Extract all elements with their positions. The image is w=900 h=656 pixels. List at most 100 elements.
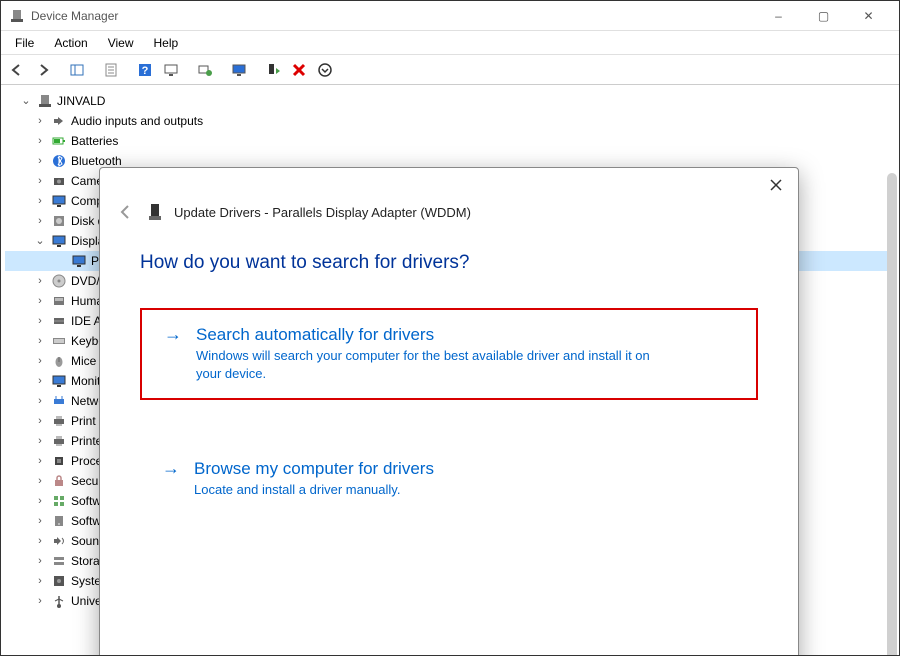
- camera-icon: [51, 173, 67, 189]
- expander-icon[interactable]: ⌄: [19, 91, 33, 111]
- device-icon: [51, 513, 67, 529]
- expander-icon[interactable]: ›: [33, 451, 47, 471]
- printer-icon: [51, 413, 67, 429]
- separator: [185, 58, 191, 82]
- cpu-icon: [51, 453, 67, 469]
- expander-icon[interactable]: ›: [33, 111, 47, 131]
- expander-icon[interactable]: ›: [33, 311, 47, 331]
- option-search-automatically[interactable]: → Search automatically for drivers Windo…: [140, 308, 758, 400]
- expander-icon[interactable]: ›: [33, 291, 47, 311]
- expander-icon[interactable]: ⌄: [33, 231, 47, 251]
- expander-icon[interactable]: ›: [33, 511, 47, 531]
- tree-item-label: Batteries: [71, 131, 118, 151]
- printer-icon: [51, 433, 67, 449]
- minimize-button[interactable]: –: [756, 1, 801, 31]
- scan-hardware-icon[interactable]: [193, 58, 217, 82]
- keyboard-icon: [51, 333, 67, 349]
- tree-pane-icon[interactable]: [65, 58, 89, 82]
- speaker-icon: [51, 113, 67, 129]
- arrow-right-icon[interactable]: [31, 58, 55, 82]
- properties-icon[interactable]: [99, 58, 123, 82]
- device-icon: [146, 203, 164, 221]
- tree-root-label: JINVALD: [57, 91, 105, 111]
- delete-icon[interactable]: [287, 58, 311, 82]
- dialog-back-button[interactable]: [116, 202, 136, 222]
- usb-icon: [51, 593, 67, 609]
- device-enable-icon[interactable]: [261, 58, 285, 82]
- dialog-title: Update Drivers - Parallels Display Adapt…: [174, 205, 471, 220]
- menu-action[interactable]: Action: [44, 34, 97, 52]
- menu-help[interactable]: Help: [144, 34, 189, 52]
- expander-icon[interactable]: ›: [33, 171, 47, 191]
- expander-icon[interactable]: ›: [33, 271, 47, 291]
- separator: [57, 58, 63, 82]
- mouse-icon: [51, 353, 67, 369]
- option-subtitle: Windows will search your computer for th…: [164, 347, 664, 382]
- arrow-left-icon[interactable]: [5, 58, 29, 82]
- expander-icon[interactable]: ›: [33, 431, 47, 451]
- toolbar: ?: [1, 55, 899, 85]
- app-icon: [9, 8, 25, 24]
- expander-icon[interactable]: ›: [33, 151, 47, 171]
- menu-view[interactable]: View: [98, 34, 144, 52]
- computer-icon: [37, 93, 53, 109]
- monitor-icon[interactable]: [159, 58, 183, 82]
- maximize-button[interactable]: ▢: [801, 1, 846, 31]
- tree-item-label: Audio inputs and outputs: [71, 111, 203, 131]
- circle-down-icon[interactable]: [313, 58, 337, 82]
- monitor-icon: [71, 253, 87, 269]
- option-title: Search automatically for drivers: [196, 325, 434, 345]
- dialog-question: How do you want to search for drivers?: [140, 252, 758, 274]
- expander-icon[interactable]: ›: [33, 571, 47, 591]
- expander-icon[interactable]: ›: [33, 411, 47, 431]
- arrow-right-icon: →: [162, 458, 180, 479]
- help-icon[interactable]: ?: [133, 58, 157, 82]
- hid-icon: [51, 293, 67, 309]
- content-area: ⌄ JINVALD › Audio inputs and outputs › Batt…: [1, 85, 899, 655]
- menu-bar: File Action View Help: [1, 31, 899, 55]
- disk-icon: [51, 213, 67, 229]
- tree-item[interactable]: › Batteries: [5, 131, 895, 151]
- option-browse-computer[interactable]: → Browse my computer for drivers Locate …: [140, 444, 758, 515]
- dialog-close-button[interactable]: [762, 171, 790, 199]
- expander-icon[interactable]: ›: [33, 351, 47, 371]
- lock-icon: [51, 473, 67, 489]
- separator: [91, 58, 97, 82]
- battery-icon: [51, 133, 67, 149]
- component-icon: [51, 493, 67, 509]
- title-bar: Device Manager – ▢ ✕: [1, 1, 899, 31]
- monitor-icon: [51, 373, 67, 389]
- cdrom-icon: [51, 273, 67, 289]
- update-drivers-dialog: Update Drivers - Parallels Display Adapt…: [99, 167, 799, 655]
- monitor-icon: [51, 193, 67, 209]
- expander-icon[interactable]: ›: [33, 531, 47, 551]
- expander-icon[interactable]: ›: [33, 551, 47, 571]
- expander-icon[interactable]: ›: [33, 331, 47, 351]
- storage-icon: [51, 553, 67, 569]
- expander-icon[interactable]: ›: [33, 591, 47, 611]
- scrollbar[interactable]: [887, 173, 897, 655]
- window-title: Device Manager: [31, 9, 118, 23]
- expander-icon[interactable]: ›: [33, 191, 47, 211]
- system-icon: [51, 573, 67, 589]
- separator: [219, 58, 225, 82]
- expander-icon[interactable]: ›: [33, 371, 47, 391]
- separator: [253, 58, 259, 82]
- option-title: Browse my computer for drivers: [194, 459, 434, 479]
- monitor-icon: [51, 233, 67, 249]
- close-button[interactable]: ✕: [846, 1, 891, 31]
- network-icon: [51, 393, 67, 409]
- tree-root[interactable]: ⌄ JINVALD: [5, 91, 895, 111]
- bluetooth-icon: [51, 153, 67, 169]
- expander-icon[interactable]: ›: [33, 211, 47, 231]
- monitor-refresh-icon[interactable]: [227, 58, 251, 82]
- menu-file[interactable]: File: [5, 34, 44, 52]
- ide-icon: [51, 313, 67, 329]
- tree-item[interactable]: › Audio inputs and outputs: [5, 111, 895, 131]
- expander-icon[interactable]: ›: [33, 471, 47, 491]
- expander-icon[interactable]: ›: [33, 391, 47, 411]
- expander-icon[interactable]: ›: [33, 131, 47, 151]
- svg-text:?: ?: [142, 65, 149, 77]
- expander-icon[interactable]: ›: [33, 491, 47, 511]
- option-subtitle: Locate and install a driver manually.: [162, 481, 662, 499]
